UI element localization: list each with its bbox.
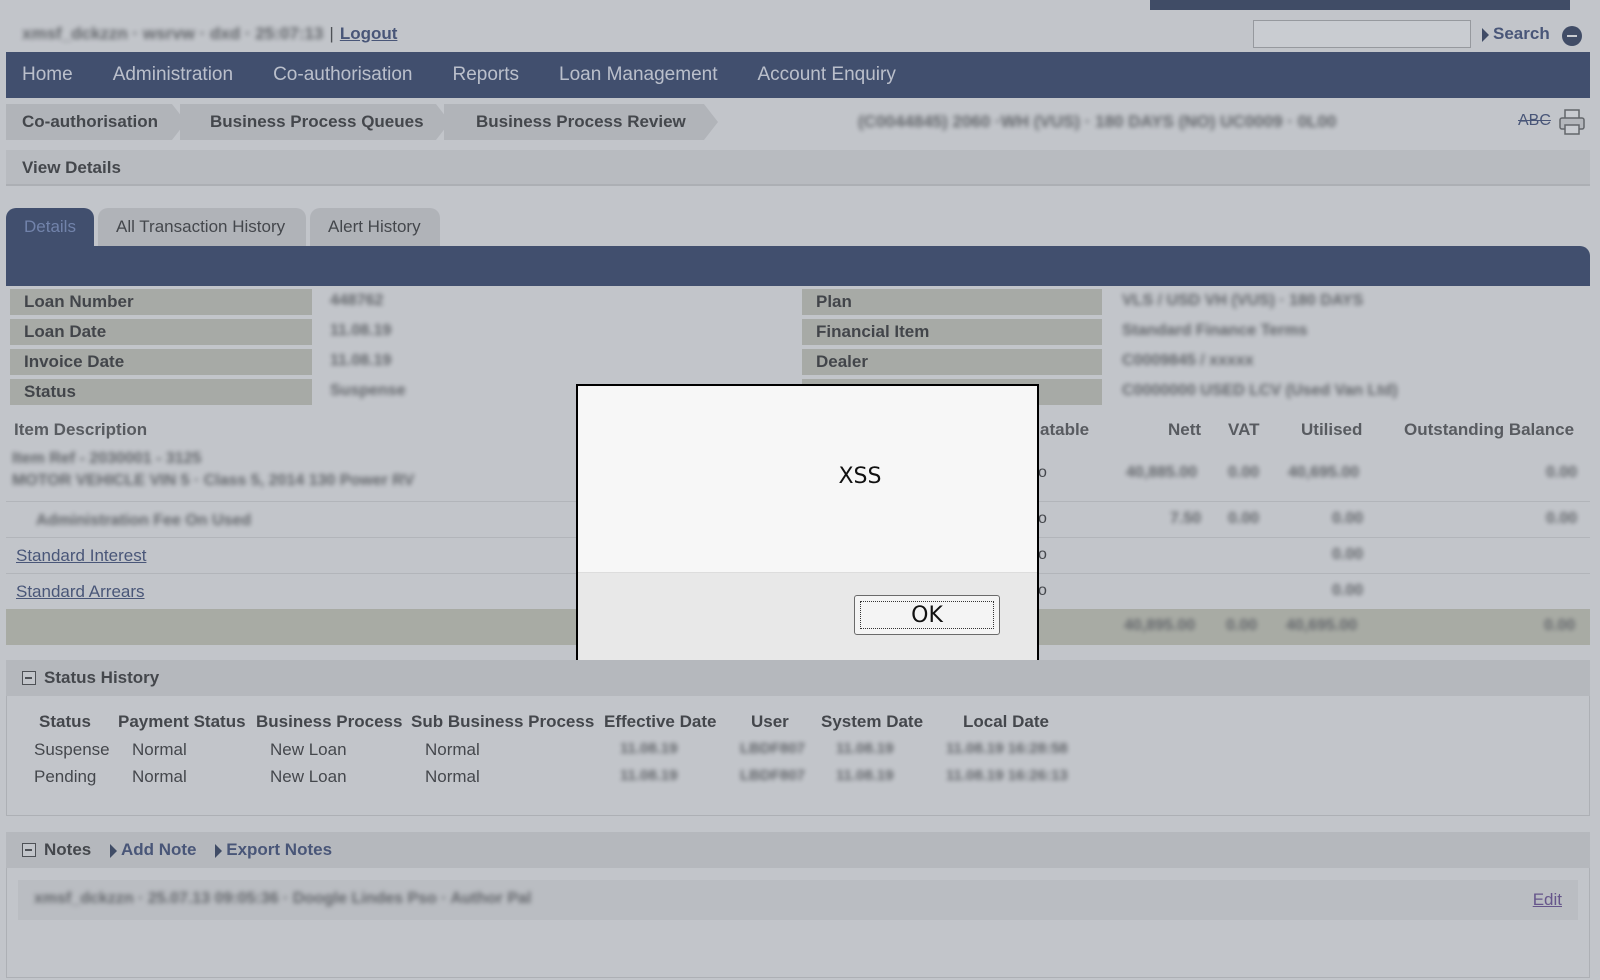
alert-message: XSS — [838, 464, 882, 489]
alert-dialog: XSS OK — [576, 384, 1039, 660]
ok-button[interactable]: OK — [854, 595, 1000, 635]
alert-footer: OK — [578, 572, 1037, 660]
